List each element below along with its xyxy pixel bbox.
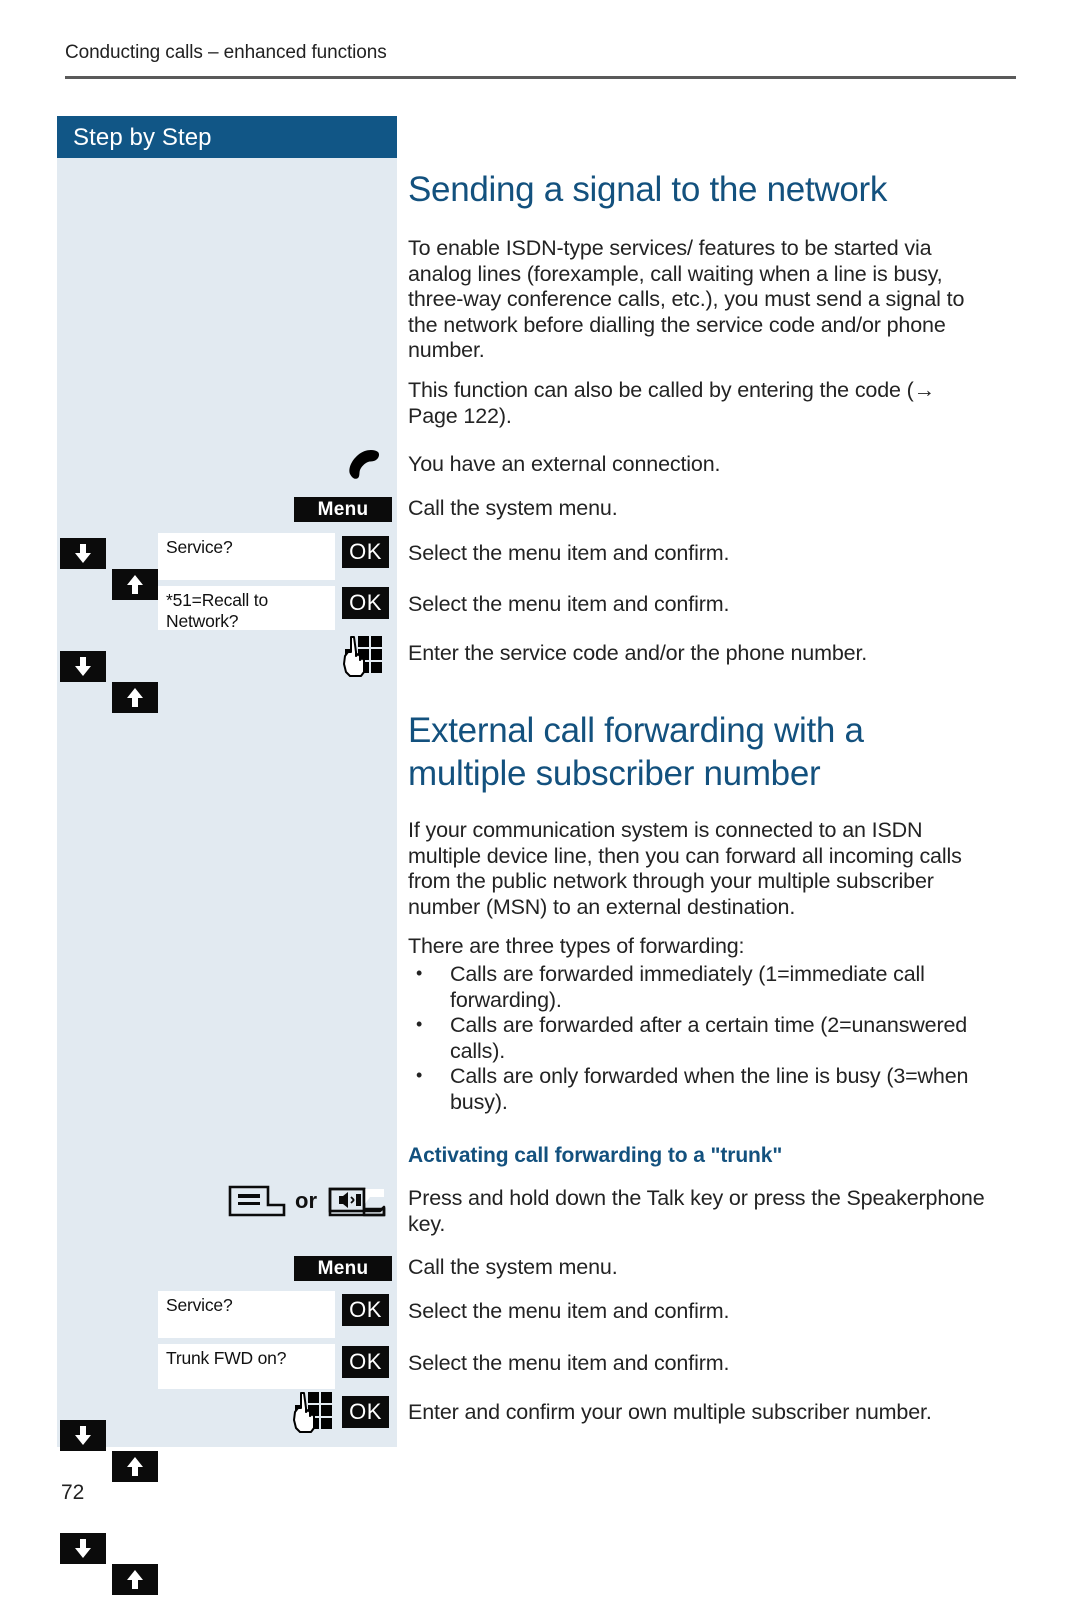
step-by-step-title-bar: Step by Step	[57, 116, 397, 158]
section2-step5-instruction: Enter and confirm your own multiple subs…	[408, 1400, 932, 1424]
or-label: or	[295, 1188, 317, 1213]
phone-display-service: Service?	[158, 533, 335, 580]
ok-key[interactable]: OK	[342, 536, 389, 568]
arrow-down-key[interactable]	[60, 1533, 106, 1564]
section1-step3-instruction: Select the menu item and confirm.	[408, 541, 730, 565]
running-header: Conducting calls – enhanced functions	[65, 42, 387, 63]
section2-paragraph-1: If your communication system is connecte…	[408, 818, 962, 919]
menu-key[interactable]: Menu	[294, 1256, 392, 1281]
phone-display-service: Service?	[158, 1291, 335, 1338]
page-number: 72	[61, 1481, 85, 1504]
section2-step3-instruction: Select the menu item and confirm.	[408, 1299, 730, 1323]
keypad-icon	[341, 634, 387, 683]
arrow-down-key[interactable]	[60, 1420, 106, 1451]
handset-icon	[344, 448, 386, 487]
header-divider	[65, 76, 1016, 79]
section2-subheading: Activating call forwarding to a "trunk"	[408, 1144, 783, 1167]
arrow-up-key[interactable]	[112, 1564, 158, 1595]
list-item: Calls are forwarded immediately (1=immed…	[408, 961, 988, 1013]
phone-display-trunk-fwd: Trunk FWD on?	[158, 1344, 335, 1389]
talk-key-icon[interactable]	[228, 1185, 286, 1224]
section1-paragraph-1: To enable ISDN-type services/ features t…	[408, 236, 965, 362]
section2-heading: External call forwarding with a multiple…	[408, 711, 864, 794]
list-item: Calls are only forwarded when the line i…	[408, 1063, 988, 1115]
section1-step2-instruction: Call the system menu.	[408, 496, 618, 520]
arrow-down-key[interactable]	[60, 651, 106, 682]
section2-paragraph-2: There are three types of forwarding:	[408, 934, 745, 958]
phone-display-recall: *51=Recall to Network?	[158, 586, 335, 631]
arrow-up-key[interactable]	[112, 682, 158, 713]
step-by-step-sidebar	[57, 116, 397, 1447]
section1-heading: Sending a signal to the network	[408, 170, 888, 209]
forwarding-types-list: Calls are forwarded immediately (1=immed…	[408, 961, 988, 1115]
section2-step1-instruction: Press and hold down the Talk key or pres…	[408, 1186, 985, 1236]
step-by-step-title: Step by Step	[73, 124, 212, 151]
arrow-up-key[interactable]	[112, 569, 158, 600]
arrow-up-key[interactable]	[112, 1451, 158, 1482]
section1-paragraph-2: This function can also be called by ente…	[408, 378, 936, 428]
menu-key[interactable]: Menu	[294, 497, 392, 522]
ok-key[interactable]: OK	[342, 1294, 389, 1326]
speakerphone-key-icon[interactable]	[328, 1185, 386, 1224]
list-item: Calls are forwarded after a certain time…	[408, 1012, 988, 1064]
section1-step1-instruction: You have an external connection.	[408, 452, 721, 476]
keypad-icon	[291, 1390, 337, 1439]
section2-step2-instruction: Call the system menu.	[408, 1255, 618, 1279]
ok-key[interactable]: OK	[342, 1346, 389, 1378]
ok-key[interactable]: OK	[342, 1396, 389, 1428]
section1-step5-instruction: Enter the service code and/or the phone …	[408, 641, 868, 665]
arrow-down-key[interactable]	[60, 538, 106, 569]
section2-step4-instruction: Select the menu item and confirm.	[408, 1351, 730, 1375]
section1-step4-instruction: Select the menu item and confirm.	[408, 592, 730, 616]
ok-key[interactable]: OK	[342, 587, 389, 619]
